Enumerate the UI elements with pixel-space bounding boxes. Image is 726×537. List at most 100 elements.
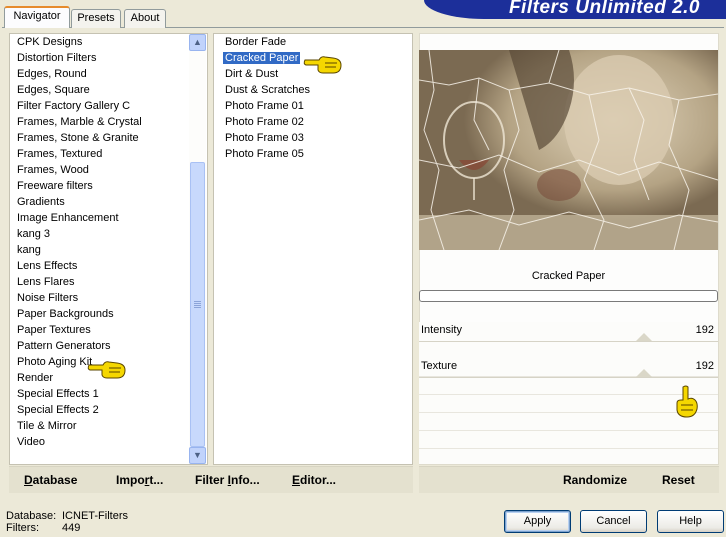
- category-item-label: Frames, Textured: [17, 148, 103, 160]
- category-item[interactable]: Frames, Marble & Crystal: [10, 114, 188, 130]
- filter-item[interactable]: Photo Frame 03: [218, 130, 408, 146]
- preview-image: [419, 50, 718, 250]
- filter-item[interactable]: Border Fade: [218, 34, 408, 50]
- category-item[interactable]: kang 3: [10, 226, 188, 242]
- category-item[interactable]: Edges, Square: [10, 82, 188, 98]
- scroll-thumb[interactable]: [190, 162, 205, 447]
- scroll-up-button[interactable]: ▲: [189, 34, 206, 51]
- category-item[interactable]: Lens Effects: [10, 258, 188, 274]
- category-item-label: Edges, Square: [17, 84, 90, 96]
- category-item[interactable]: Paper Textures: [10, 322, 188, 338]
- filter-item-label: Photo Frame 03: [225, 132, 304, 144]
- filter-item[interactable]: Photo Frame 05: [218, 146, 408, 162]
- preview-filter-name: Cracked Paper: [531, 270, 606, 282]
- category-item[interactable]: Noise Filters: [10, 290, 188, 306]
- category-item-label: Image Enhancement: [17, 212, 119, 224]
- category-item[interactable]: Frames, Stone & Granite: [10, 130, 188, 146]
- banner-title: Filters Unlimited 2.0: [508, 0, 700, 18]
- scroll-down-button[interactable]: ▼: [189, 447, 206, 464]
- filter-item-label: Dust & Scratches: [225, 84, 310, 96]
- category-item-label: kang: [17, 244, 41, 256]
- category-item-label: Distortion Filters: [17, 52, 97, 64]
- category-item-label: Render: [17, 372, 54, 384]
- slider-area: Intensity 192 Texture 192: [419, 322, 718, 464]
- editor-button[interactable]: Editor...: [292, 473, 336, 487]
- filter-info-button[interactable]: Filter Info...: [195, 473, 260, 487]
- filters-status-label: Filters:: [6, 522, 39, 534]
- intensity-label: Intensity: [421, 324, 462, 336]
- texture-label: Texture: [421, 360, 458, 372]
- tab-presets[interactable]: Presets: [71, 9, 121, 28]
- category-item-label: Paper Textures: [17, 324, 91, 336]
- category-item-label: Gradients: [17, 196, 65, 208]
- category-item[interactable]: CPK Designs: [10, 34, 188, 50]
- chevron-down-icon: ▼: [193, 450, 202, 460]
- category-item-label: Tile & Mirror: [17, 420, 77, 432]
- category-item[interactable]: Distortion Filters: [10, 50, 188, 66]
- category-item-label: Pattern Generators: [17, 340, 111, 352]
- category-list[interactable]: CPK Designs Distortion Filters Edges, Roun…: [10, 34, 188, 450]
- filter-item[interactable]: Dust & Scratches: [218, 82, 408, 98]
- filter-item-label: Dirt & Dust: [225, 68, 279, 80]
- cancel-button[interactable]: Cancel: [580, 510, 647, 533]
- filter-item[interactable]: Photo Frame 01: [218, 98, 408, 114]
- category-item-label: Frames, Stone & Granite: [17, 132, 139, 144]
- filter-item-label: Photo Frame 01: [225, 100, 304, 112]
- intensity-track[interactable]: [419, 341, 718, 342]
- database-status: Database: ICNET-Filters: [6, 510, 128, 522]
- category-item[interactable]: Image Enhancement: [10, 210, 188, 226]
- category-item-label: kang 3: [17, 228, 51, 240]
- category-item[interactable]: Lens Flares: [10, 274, 188, 290]
- category-item[interactable]: Paper Backgrounds: [10, 306, 188, 322]
- texture-thumb[interactable]: [636, 369, 652, 377]
- filter-item-label: Border Fade: [225, 36, 287, 48]
- filter-item[interactable]: Cracked Paper: [218, 50, 408, 66]
- filter-item[interactable]: Dirt & Dust: [218, 66, 408, 82]
- category-item-label: Lens Flares: [17, 276, 75, 288]
- texture-value: 192: [695, 360, 714, 372]
- category-item-label: Edges, Round: [17, 68, 87, 80]
- filter-list[interactable]: Border Fade Cracked Paper Dirt & Dust Dust …: [218, 34, 408, 162]
- category-item-label: Filter Factory Gallery C: [17, 100, 131, 112]
- category-item[interactable]: Edges, Round: [10, 66, 188, 82]
- import-button[interactable]: Import...: [116, 473, 163, 487]
- category-item[interactable]: kang: [10, 242, 188, 258]
- intensity-value: 192: [695, 324, 714, 336]
- help-button[interactable]: Help: [657, 510, 724, 533]
- tab-navigator[interactable]: Navigator: [4, 6, 70, 28]
- category-item[interactable]: Render: [10, 370, 188, 386]
- category-item-label: Video: [17, 436, 45, 448]
- grip-icon: [194, 301, 201, 308]
- category-item[interactable]: Pattern Generators: [10, 338, 188, 354]
- category-item[interactable]: Photo Aging Kit: [10, 354, 188, 370]
- category-item[interactable]: Video: [10, 434, 188, 450]
- chevron-up-icon: ▲: [193, 37, 202, 47]
- texture-slider[interactable]: Texture 192: [419, 358, 718, 378]
- category-item-label: Lens Effects: [17, 260, 78, 272]
- filter-item-label: Photo Frame 02: [225, 116, 304, 128]
- apply-button[interactable]: Apply: [504, 510, 571, 533]
- randomize-button[interactable]: Randomize: [563, 473, 627, 487]
- category-item-label: Freeware filters: [17, 180, 93, 192]
- reset-button[interactable]: Reset: [662, 473, 695, 487]
- filter-item-label: Cracked Paper: [223, 52, 301, 64]
- texture-track[interactable]: [419, 377, 718, 378]
- category-item[interactable]: Special Effects 1: [10, 386, 188, 402]
- category-item-label: Special Effects 2: [17, 404, 99, 416]
- category-scrollbar[interactable]: ▲ ▼: [189, 34, 206, 464]
- category-item[interactable]: Tile & Mirror: [10, 418, 188, 434]
- title-banner: Filters Unlimited 2.0: [424, 0, 726, 19]
- category-item-label: CPK Designs: [17, 36, 83, 48]
- category-item[interactable]: Frames, Textured: [10, 146, 188, 162]
- database-button[interactable]: Database: [24, 473, 77, 487]
- category-item[interactable]: Special Effects 2: [10, 402, 188, 418]
- category-item[interactable]: Frames, Wood: [10, 162, 188, 178]
- category-item[interactable]: Filter Factory Gallery C: [10, 98, 188, 114]
- intensity-thumb[interactable]: [636, 333, 652, 341]
- category-item[interactable]: Freeware filters: [10, 178, 188, 194]
- intensity-slider[interactable]: Intensity 192: [419, 322, 718, 342]
- category-item-label: Special Effects 1: [17, 388, 99, 400]
- category-item[interactable]: Gradients: [10, 194, 188, 210]
- tab-about[interactable]: About: [124, 9, 166, 28]
- filter-item[interactable]: Photo Frame 02: [218, 114, 408, 130]
